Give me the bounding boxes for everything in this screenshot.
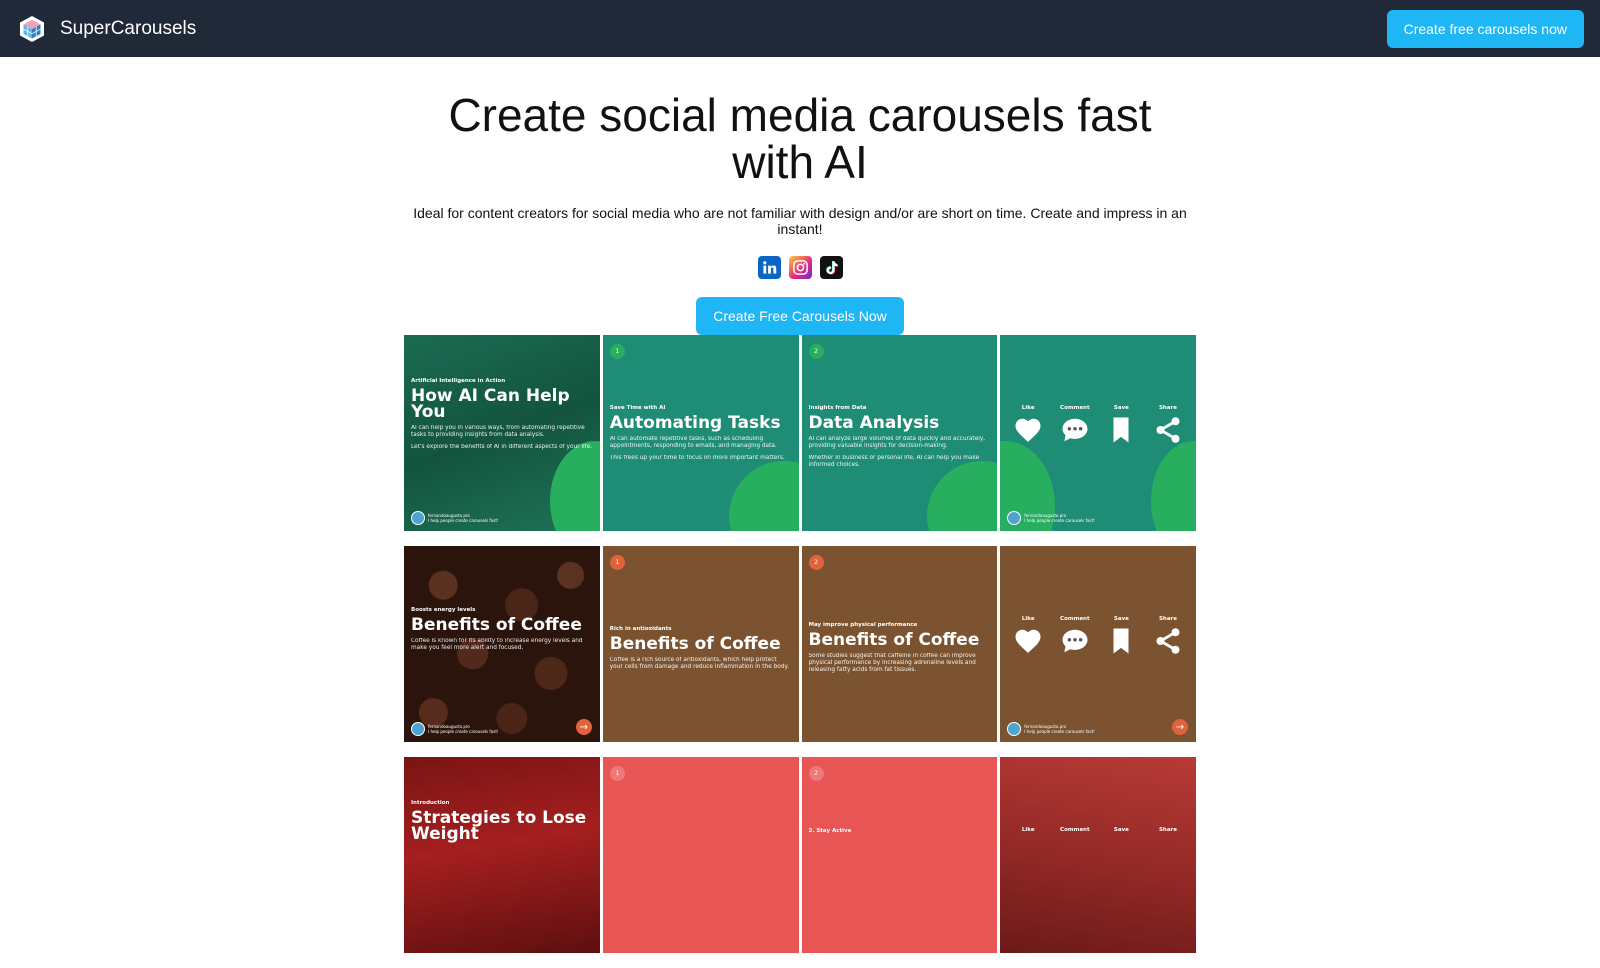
carousel-slide-actions[interactable]: Like Comment Save Share fernandoaugusto.… bbox=[1000, 546, 1196, 742]
slide-body: AI can analyze large volumes of data qui… bbox=[808, 436, 986, 449]
slide-body: Let's explore the benefits of AI in diff… bbox=[411, 444, 593, 450]
carousel-slide-actions[interactable]: Like Comment Save Share fernandoaugusto.… bbox=[1000, 335, 1196, 531]
slide-kicker: Rich in antioxidants bbox=[609, 626, 672, 632]
slide-kicker: Boosts energy levels bbox=[411, 607, 476, 613]
share-label: Share bbox=[1158, 405, 1177, 411]
slide-title: How AI Can Help You bbox=[411, 386, 570, 422]
carousel-gallery: Artificial Intelligence in Action How AI… bbox=[404, 335, 1196, 968]
carousel-slide[interactable]: 2 2. Stay Active bbox=[801, 757, 998, 953]
heart-icon bbox=[1013, 626, 1043, 656]
bookmark-icon bbox=[1106, 626, 1136, 656]
engagement-actions: Like Comment Save Share bbox=[1008, 827, 1188, 837]
carousel-slide[interactable]: 1 Save Time with AI Automating Tasks AI … bbox=[602, 335, 799, 531]
share-icon bbox=[1153, 415, 1183, 445]
slide-number: 2 bbox=[808, 344, 824, 359]
save-label: Save bbox=[1113, 405, 1129, 411]
slide-number: 1 bbox=[609, 344, 625, 359]
engagement-actions: Like Comment Save Share bbox=[1008, 405, 1188, 445]
slide-number: 2 bbox=[808, 555, 824, 570]
slide-author: fernandoaugusto.pro I help people create … bbox=[1007, 722, 1095, 736]
like-label: Like bbox=[1021, 405, 1035, 411]
carousel-ai[interactable]: Artificial Intelligence in Action How AI… bbox=[404, 335, 1196, 531]
carousel-slide[interactable]: 1 Rich in antioxidants Benefits of Coffe… bbox=[602, 546, 799, 742]
hero: Create social media carousels fast with … bbox=[404, 92, 1196, 335]
avatar bbox=[1007, 511, 1022, 525]
comment-label: Comment bbox=[1060, 827, 1090, 833]
navbar: SuperCarousels Create free carousels now bbox=[0, 0, 1600, 57]
slide-author: fernandoaugusto.pro I help people create … bbox=[411, 722, 498, 736]
slide-title: Data Analysis bbox=[808, 413, 940, 433]
carousel-slide-cover[interactable]: Artificial Intelligence in Action How AI… bbox=[404, 335, 600, 531]
avatar bbox=[411, 722, 425, 736]
carousel-slide[interactable]: 2 May improve physical performance Benef… bbox=[801, 546, 998, 742]
slide-title: Automating Tasks bbox=[609, 413, 781, 433]
comment-label: Comment bbox=[1060, 405, 1090, 411]
author-tagline: I help people create carousels fast! bbox=[428, 518, 499, 523]
avatar bbox=[1007, 722, 1022, 736]
comment-icon bbox=[1060, 626, 1090, 656]
slide-body: AI can automate repetitive tasks, such a… bbox=[609, 436, 777, 449]
comment-icon bbox=[1060, 415, 1090, 445]
heart-icon bbox=[1013, 415, 1043, 445]
engagement-actions: Like Comment Save Share bbox=[1008, 616, 1188, 656]
author-tagline: I help people create carousels fast! bbox=[1024, 518, 1095, 523]
tiktok-icon[interactable] bbox=[819, 256, 843, 279]
save-label: Save bbox=[1113, 616, 1129, 622]
carousel-slide-cover[interactable]: Introduction Strategies to Lose Weight bbox=[404, 757, 600, 953]
slide-title: Strategies to Lose Weight bbox=[411, 808, 587, 844]
slide-body: Coffee is a rich source of antioxidants,… bbox=[609, 657, 789, 670]
author-tagline: I help people create carousels fast! bbox=[428, 729, 499, 734]
brand[interactable]: SuperCarousels bbox=[18, 15, 196, 43]
cube-logo-icon bbox=[20, 15, 44, 42]
slide-author: fernandoaugusto.pro I help people create … bbox=[411, 511, 498, 525]
carousel-slide-actions[interactable]: Like Comment Save Share bbox=[1000, 757, 1196, 953]
slide-number: 1 bbox=[609, 766, 625, 781]
share-icon bbox=[1153, 626, 1183, 656]
slide-body: This frees up your time to focus on more… bbox=[609, 455, 785, 461]
slide-kicker: 2. Stay Active bbox=[808, 828, 852, 834]
carousel-slide-cover[interactable]: Boosts energy levels Benefits of Coffee … bbox=[404, 546, 600, 742]
slide-author: fernandoaugusto.pro I help people create … bbox=[1007, 511, 1095, 525]
like-label: Like bbox=[1021, 827, 1035, 833]
slide-body: Coffee is known for its ability to incre… bbox=[411, 638, 583, 651]
slide-number: 1 bbox=[609, 555, 625, 570]
carousel-slide[interactable]: 1 bbox=[602, 757, 799, 953]
share-label: Share bbox=[1158, 827, 1177, 833]
bookmark-icon bbox=[1106, 415, 1136, 445]
social-icons bbox=[404, 256, 1196, 279]
slide-body: AI can help you in various ways, from au… bbox=[411, 425, 585, 438]
slide-kicker: Artificial Intelligence in Action bbox=[411, 378, 506, 384]
slide-body: Whether in business or personal life, AI… bbox=[808, 455, 980, 468]
instagram-icon[interactable] bbox=[788, 256, 812, 279]
hero-subtitle: Ideal for content creators for social me… bbox=[413, 205, 1187, 237]
arrow-right-icon[interactable]: → bbox=[575, 719, 592, 735]
carousel-coffee[interactable]: Boosts energy levels Benefits of Coffee … bbox=[404, 546, 1196, 742]
avatar bbox=[411, 511, 425, 525]
slide-title: Benefits of Coffee bbox=[411, 615, 582, 635]
slide-kicker: Insights from Data bbox=[808, 405, 867, 411]
share-label: Share bbox=[1158, 616, 1177, 622]
page-title: Create social media carousels fast with … bbox=[448, 89, 1152, 188]
slide-kicker: Introduction bbox=[411, 800, 450, 806]
carousel-slide[interactable]: 2 Insights from Data Data Analysis AI ca… bbox=[801, 335, 998, 531]
slide-kicker: May improve physical performance bbox=[808, 622, 918, 628]
create-free-carousels-nav-button[interactable]: Create free carousels now bbox=[1386, 9, 1584, 48]
carousel-weight-loss[interactable]: Introduction Strategies to Lose Weight 1… bbox=[404, 757, 1196, 953]
like-label: Like bbox=[1021, 616, 1035, 622]
slide-kicker: Save Time with AI bbox=[609, 405, 666, 411]
slide-title: Benefits of Coffee bbox=[609, 634, 781, 654]
create-free-carousels-hero-button[interactable]: Create Free Carousels Now bbox=[696, 297, 904, 335]
save-label: Save bbox=[1113, 827, 1129, 833]
brand-name: SuperCarousels bbox=[60, 17, 197, 39]
linkedin-icon[interactable] bbox=[757, 256, 781, 279]
slide-body: Some studies suggest that caffeine in co… bbox=[808, 653, 976, 673]
slide-number: 2 bbox=[808, 766, 824, 781]
slide-title: Benefits of Coffee bbox=[808, 630, 980, 650]
comment-label: Comment bbox=[1060, 616, 1090, 622]
author-tagline: I help people create carousels fast! bbox=[1024, 729, 1095, 734]
arrow-right-icon[interactable]: → bbox=[1172, 719, 1188, 735]
